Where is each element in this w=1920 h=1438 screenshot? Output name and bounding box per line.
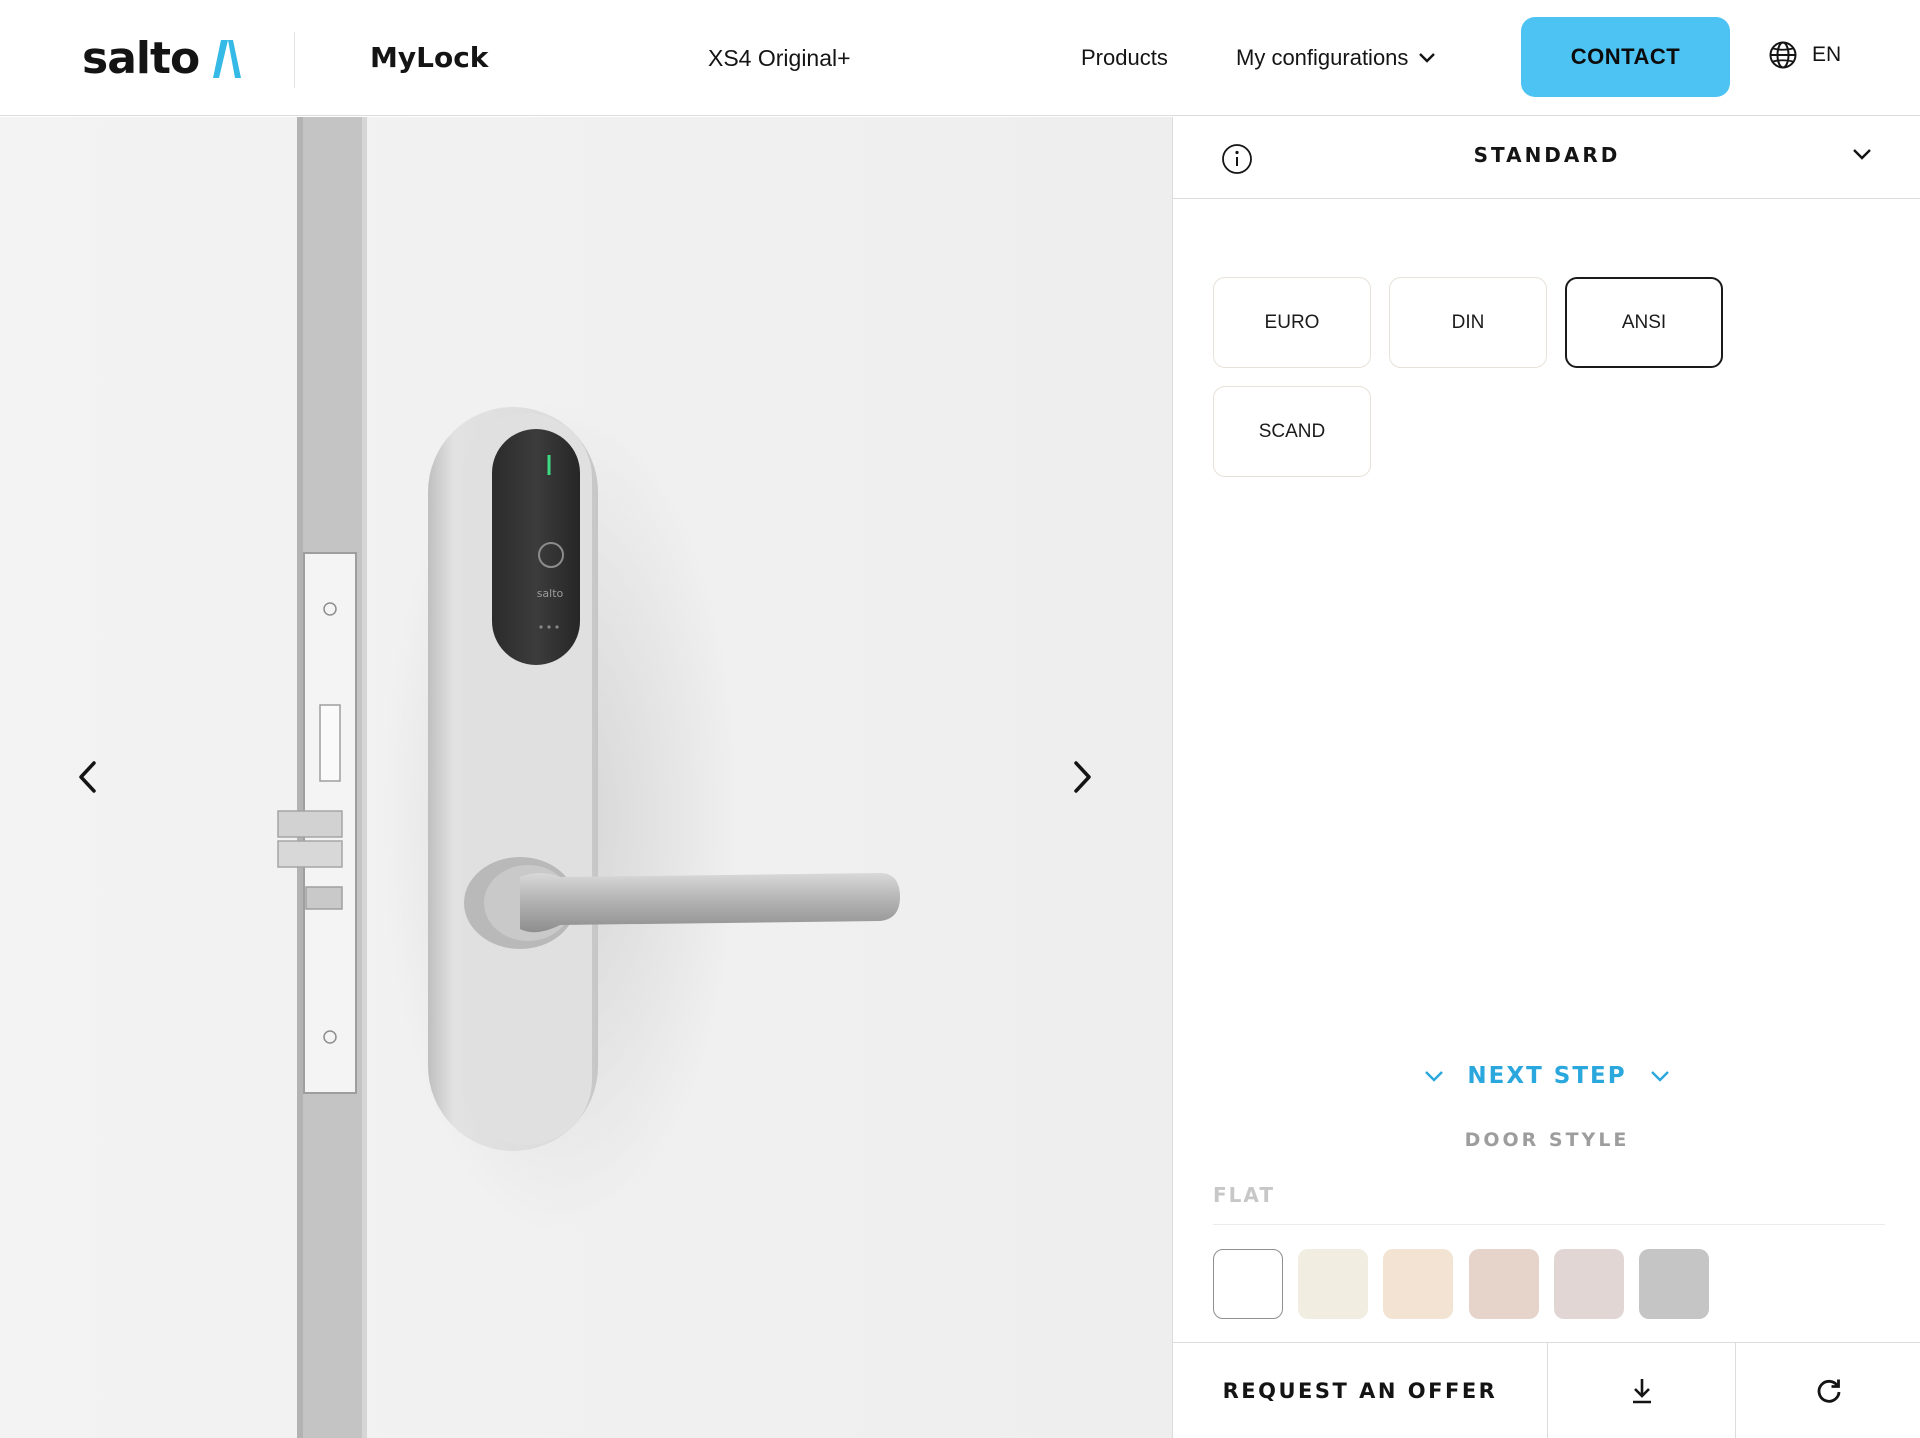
door-color-swatch[interactable] bbox=[1554, 1249, 1624, 1319]
chevron-down-icon bbox=[1425, 1071, 1444, 1082]
request-offer-button[interactable]: REQUEST AN OFFER bbox=[1173, 1343, 1547, 1438]
previous-view-button[interactable] bbox=[58, 747, 118, 807]
door-color-swatch[interactable] bbox=[1213, 1249, 1283, 1319]
next-view-button[interactable] bbox=[1052, 747, 1112, 807]
door-lock-render: salto bbox=[0, 117, 1172, 1438]
logo-text: salto bbox=[82, 33, 200, 84]
header-divider bbox=[294, 32, 295, 88]
door-type-label: FLAT bbox=[1213, 1183, 1275, 1207]
standard-option-scand[interactable]: SCAND bbox=[1213, 386, 1371, 477]
standard-option-din[interactable]: DIN bbox=[1389, 277, 1547, 368]
door-type-divider bbox=[1213, 1224, 1885, 1225]
contact-button[interactable]: CONTACT bbox=[1521, 17, 1730, 97]
door-color-swatch[interactable] bbox=[1469, 1249, 1539, 1319]
next-step-button[interactable]: NEXT STEP bbox=[1173, 1063, 1920, 1089]
brand-title[interactable]: MyLock bbox=[370, 38, 488, 78]
product-preview: salto bbox=[0, 117, 1172, 1438]
model-name: XS4 Original+ bbox=[708, 45, 851, 71]
chevron-left-icon bbox=[79, 761, 96, 793]
top-header: salto MyLock XS4 Original+ Products My c… bbox=[0, 0, 1920, 116]
nav-my-configurations-label: My configurations bbox=[1236, 45, 1409, 70]
download-button[interactable] bbox=[1548, 1343, 1735, 1438]
language-label: EN bbox=[1812, 43, 1842, 66]
standard-option-euro[interactable]: EURO bbox=[1213, 277, 1371, 368]
download-icon bbox=[1632, 1379, 1651, 1404]
reset-configuration-button[interactable] bbox=[1736, 1343, 1920, 1438]
reader-brand-text: salto bbox=[537, 587, 564, 600]
globe-icon bbox=[1769, 41, 1797, 69]
standard-section-header[interactable]: STANDARD bbox=[1173, 117, 1920, 199]
standard-option-ansi[interactable]: ANSI bbox=[1565, 277, 1723, 368]
nav-products-link[interactable]: Products bbox=[1081, 42, 1168, 74]
door-color-swatch[interactable] bbox=[1639, 1249, 1709, 1319]
chevron-right-icon bbox=[1074, 761, 1091, 793]
door-color-swatch[interactable] bbox=[1298, 1249, 1368, 1319]
salto-logo[interactable]: salto bbox=[82, 33, 242, 84]
chevron-down-icon bbox=[1650, 1071, 1669, 1082]
refresh-icon bbox=[1817, 1379, 1840, 1403]
chevron-down-icon bbox=[1853, 149, 1871, 160]
door-color-swatch[interactable] bbox=[1383, 1249, 1453, 1319]
action-bar: REQUEST AN OFFER bbox=[1173, 1342, 1920, 1438]
next-step-label: NEXT STEP bbox=[1467, 1063, 1627, 1089]
chevron-down-icon bbox=[1419, 53, 1436, 63]
nav-my-configurations-dropdown[interactable]: My configurations bbox=[1236, 42, 1436, 74]
section-title: STANDARD bbox=[1473, 143, 1621, 167]
language-selector[interactable]: EN bbox=[1768, 40, 1841, 70]
configuration-panel: STANDARD EURO DIN ANSI SCAND NEXT STEP D… bbox=[1172, 117, 1920, 1438]
salto-logo-mark-icon bbox=[213, 40, 242, 78]
next-section-title: DOOR STYLE bbox=[1464, 1129, 1630, 1151]
